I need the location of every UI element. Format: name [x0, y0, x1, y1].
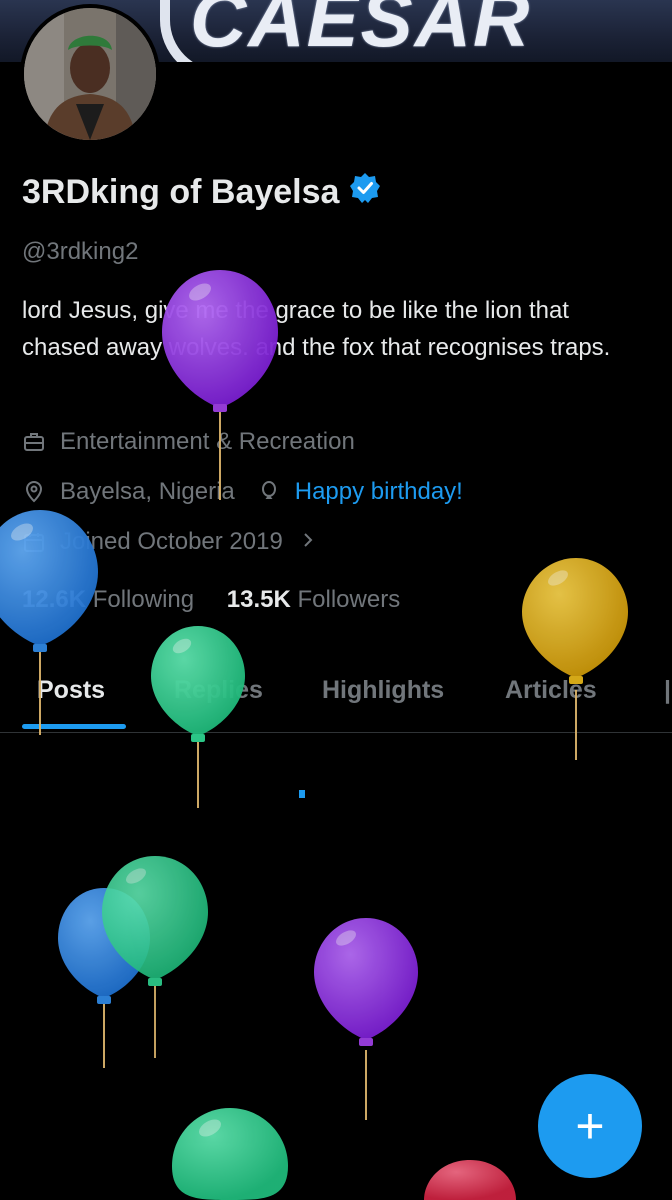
profile-name-row: 3RDking of Bayelsa — [22, 172, 381, 213]
following-label: Following — [92, 586, 195, 613]
active-tab-indicator — [22, 724, 126, 729]
balloon-icon — [257, 480, 281, 504]
profile-stats: 12.6K Following 13.5K Followers — [22, 586, 400, 614]
followers-link[interactable]: 13.5K Followers — [227, 586, 400, 613]
banner-text: CAESAR — [190, 0, 532, 62]
tab-highlights[interactable]: Highlights — [322, 676, 444, 705]
profile-tabs: Posts Replies Highlights Articles | — [0, 664, 672, 733]
profile-joined-row[interactable]: Joined October 2019 — [22, 528, 317, 556]
category-label: Entertainment & Recreation — [60, 428, 355, 455]
location-label: Bayelsa, Nigeria — [60, 478, 235, 505]
balloon-red-bottom — [424, 1160, 516, 1200]
display-name: 3RDking of Bayelsa — [22, 173, 340, 211]
plus-icon: + — [575, 1098, 605, 1154]
avatar[interactable] — [20, 4, 160, 144]
followers-label: Followers — [297, 586, 401, 613]
profile-handle: @3rdking2 — [22, 238, 139, 265]
balloon-purple-lower — [314, 918, 418, 1120]
loading-indicator — [299, 790, 305, 798]
balloon-green-bottom — [172, 1108, 288, 1200]
following-count: 12.6K — [22, 586, 87, 613]
profile-category: Entertainment & Recreation — [22, 428, 355, 456]
balloon-green-lower — [102, 856, 208, 1058]
location-pin-icon — [22, 480, 46, 504]
chevron-right-icon — [299, 528, 317, 556]
tab-replies[interactable]: Replies — [174, 676, 263, 705]
profile-location-row: Bayelsa, Nigeria Happy birthday! — [22, 478, 463, 506]
calendar-icon — [22, 530, 46, 554]
birthday-link[interactable]: Happy birthday! — [295, 478, 463, 506]
compose-post-button[interactable]: + — [538, 1074, 642, 1178]
balloon-blue-lower — [58, 888, 150, 1068]
verified-badge-icon — [349, 172, 381, 213]
joined-label: Joined October 2019 — [60, 528, 283, 555]
tab-articles[interactable]: Articles — [505, 676, 597, 705]
followers-count: 13.5K — [226, 586, 291, 613]
following-link[interactable]: 12.6K Following — [22, 586, 201, 613]
tab-posts[interactable]: Posts — [37, 676, 105, 705]
tab-overflow-edge[interactable]: | — [664, 676, 671, 705]
briefcase-icon — [22, 430, 46, 454]
profile-bio: lord Jesus, give me the grace to be like… — [22, 297, 611, 361]
